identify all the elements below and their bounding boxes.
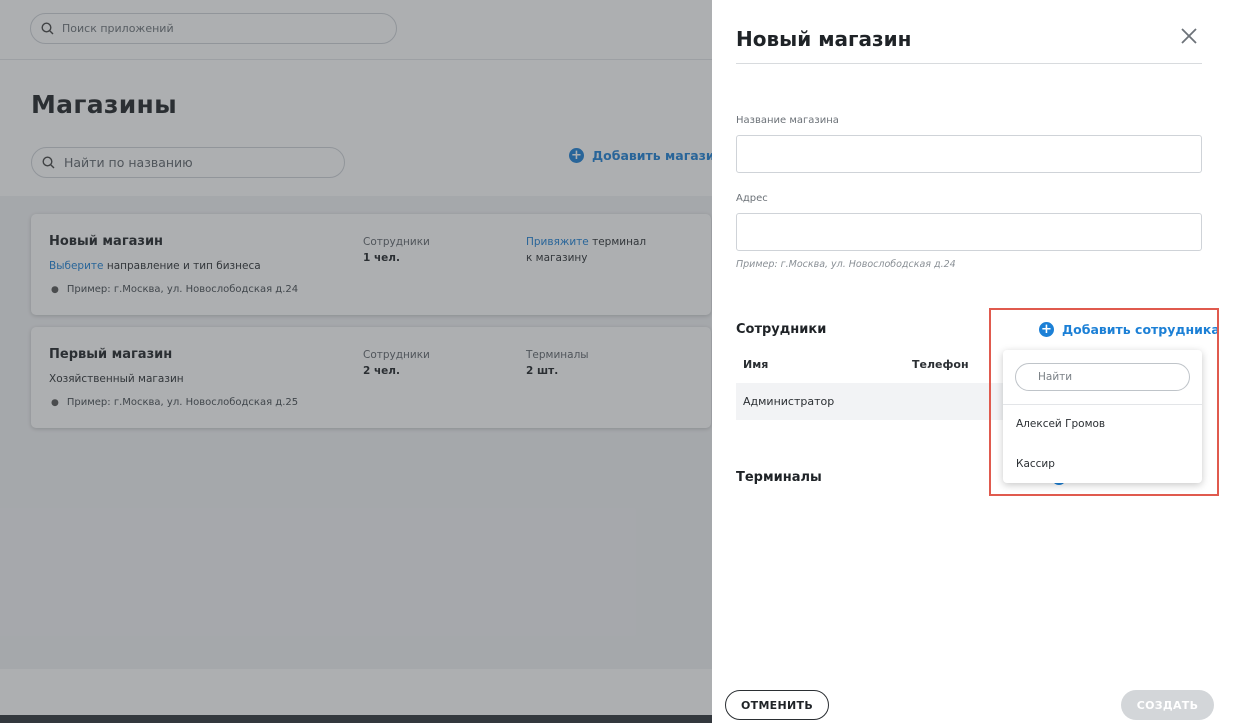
address-field[interactable] (736, 213, 1202, 251)
address-label: Адрес (736, 193, 768, 204)
modal-overlay[interactable] (0, 0, 712, 723)
create-button[interactable]: СОЗДАТЬ (1121, 690, 1214, 720)
terminals-section-title: Терминалы (736, 470, 822, 485)
column-header-name: Имя (743, 358, 769, 371)
close-icon (1181, 28, 1197, 44)
employee-name: Администратор (743, 395, 835, 408)
shop-name-field[interactable] (736, 135, 1202, 173)
employee-row[interactable]: Администратор (736, 383, 1026, 420)
close-button[interactable] (1178, 25, 1200, 47)
cancel-button[interactable]: ОТМЕНИТЬ (725, 690, 829, 720)
employees-section-title: Сотрудники (736, 322, 827, 337)
panel-divider (736, 63, 1202, 64)
column-header-phone: Телефон (912, 358, 969, 371)
shop-name-label: Название магазина (736, 115, 839, 126)
new-shop-panel: Новый магазин Название магазина Адрес Пр… (712, 0, 1234, 723)
panel-title: Новый магазин (736, 27, 912, 51)
highlight-frame (989, 308, 1219, 496)
address-hint: Пример: г.Москва, ул. Новослободская д.2… (736, 259, 956, 270)
